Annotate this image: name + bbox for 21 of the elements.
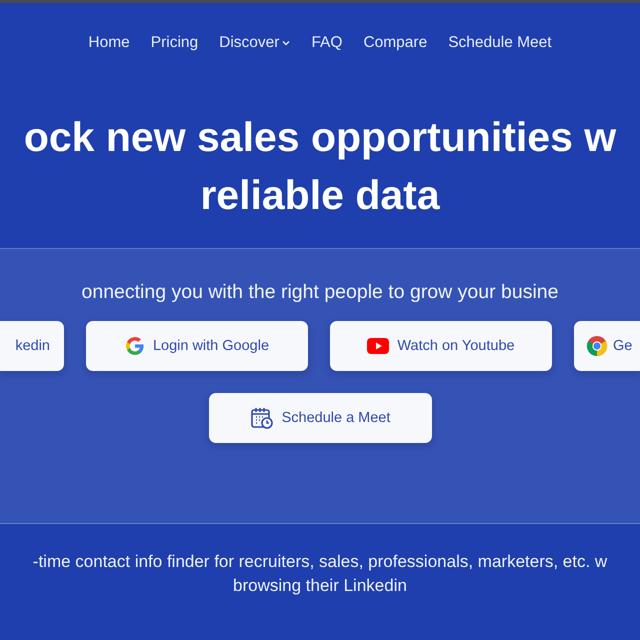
- nav-link[interactable]: Schedule Meet: [448, 34, 552, 52]
- subtitle: onnecting you with the right people to grow your busine: [82, 281, 558, 304]
- login-button[interactable]: Login with Google: [86, 321, 308, 371]
- calendar-icon: [250, 406, 274, 430]
- watch-button[interactable]: Watch on Youtube: [330, 321, 552, 371]
- chrome-icon: [586, 335, 608, 357]
- headline: ock new sales opportunities w: [24, 113, 616, 162]
- nav-link[interactable]: FAQ: [311, 34, 342, 52]
- description: -time contact info finder for recruiters, sales, professionals, marketers, etc. w: [32, 551, 608, 573]
- nav-link[interactable]: Pricing: [150, 34, 198, 52]
- nav-link[interactable]: Compare: [363, 34, 428, 52]
- caret-icon: [282, 40, 290, 46]
- nav-link[interactable]: Home: [88, 34, 130, 52]
- action-button[interactable]: Ge: [574, 321, 640, 371]
- play-icon: [367, 338, 390, 354]
- schedule-button[interactable]: Schedule a Meet: [208, 393, 432, 443]
- action-button[interactable]: kedin: [0, 321, 64, 371]
- google-icon: [124, 336, 145, 356]
- headline: reliable data: [200, 171, 440, 220]
- nav-dropdown[interactable]: Discover: [219, 34, 290, 52]
- description: browsing their Linkedin: [233, 575, 407, 597]
